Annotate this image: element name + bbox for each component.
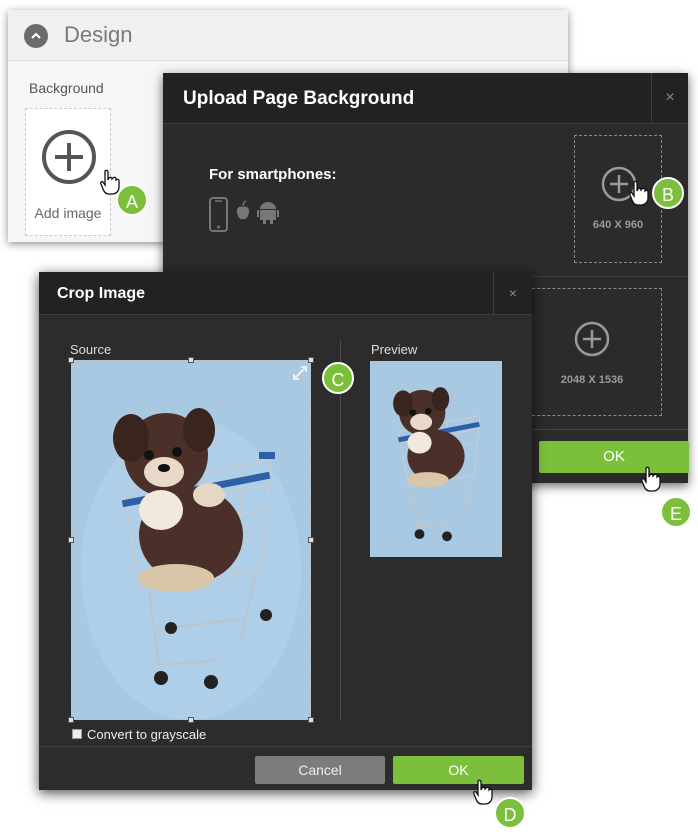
- grayscale-checkbox[interactable]: [72, 729, 82, 739]
- plus-circle-icon: [574, 321, 610, 357]
- upload-dialog-header: Upload Page Background ×: [163, 73, 688, 124]
- crop-dialog-header: Crop Image ×: [39, 272, 532, 315]
- crop-handle[interactable]: [68, 717, 74, 723]
- crop-handle[interactable]: [68, 537, 74, 543]
- callout-marker-c: C: [322, 362, 354, 394]
- divider: [39, 746, 532, 747]
- hand-cursor-icon: [629, 180, 649, 206]
- crop-handle[interactable]: [68, 357, 74, 363]
- design-header[interactable]: Design: [8, 10, 568, 61]
- crop-handle[interactable]: [188, 357, 194, 363]
- crop-handle[interactable]: [308, 537, 314, 543]
- callout-marker-d: D: [494, 797, 526, 829]
- apple-icon: [236, 200, 250, 220]
- upload-2048x1536-button[interactable]: 2048 X 1536: [522, 288, 662, 416]
- crop-frame[interactable]: [71, 360, 311, 720]
- preview-image: [370, 361, 502, 557]
- cancel-button[interactable]: Cancel: [255, 756, 385, 784]
- crop-handle[interactable]: [188, 717, 194, 723]
- callout-marker-b: B: [652, 177, 684, 209]
- divider: [340, 340, 341, 720]
- preview-label: Preview: [371, 342, 418, 357]
- close-icon[interactable]: ×: [651, 73, 688, 123]
- crop-image-dialog: Crop Image × Source Preview Convert to g…: [39, 272, 532, 790]
- hand-cursor-icon: [641, 466, 661, 492]
- android-icon: [257, 202, 279, 224]
- plus-circle-icon: [42, 130, 96, 184]
- crop-handle[interactable]: [308, 717, 314, 723]
- source-label: Source: [70, 342, 112, 357]
- background-label: Background: [29, 80, 104, 96]
- design-title: Design: [64, 22, 133, 47]
- callout-marker-e: E: [660, 496, 692, 528]
- chevron-up-icon[interactable]: [24, 24, 48, 48]
- upload-dialog-title: Upload Page Background: [183, 88, 415, 109]
- smartphone-icon: [209, 197, 228, 232]
- add-image-label: Add image: [34, 205, 102, 221]
- resolution-label: 2048 X 1536: [560, 374, 624, 386]
- crop-handle[interactable]: [308, 357, 314, 363]
- expand-icon[interactable]: [291, 364, 309, 382]
- callout-marker-a: A: [116, 184, 148, 216]
- close-icon[interactable]: ×: [493, 272, 532, 314]
- crop-dialog-title: Crop Image: [57, 285, 146, 302]
- hand-cursor-icon: [473, 779, 493, 805]
- device-icons: [209, 197, 279, 238]
- resolution-label: 640 X 960: [592, 219, 644, 231]
- smartphones-label: For smartphones:: [209, 166, 337, 183]
- grayscale-label: Convert to grayscale: [87, 727, 207, 742]
- upload-ok-button[interactable]: OK: [539, 441, 689, 473]
- crop-ok-button[interactable]: OK: [393, 756, 524, 784]
